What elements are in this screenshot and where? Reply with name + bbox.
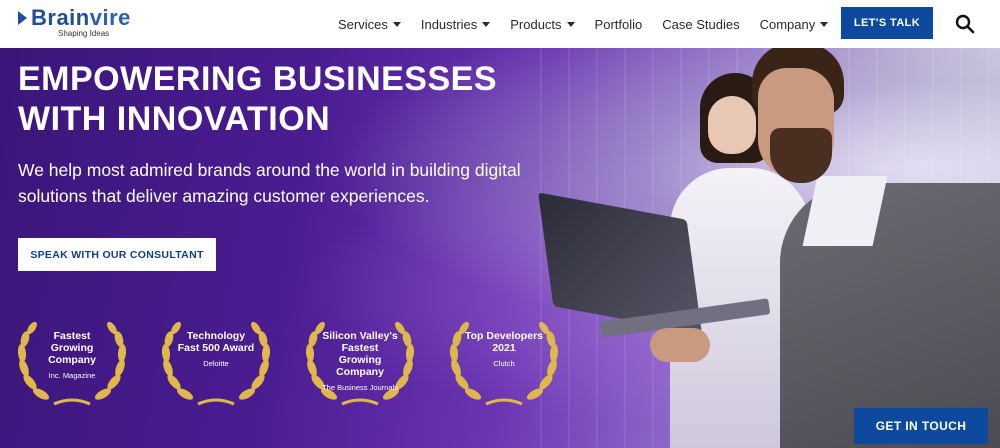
- award-badge: Silicon Valley's Fastest Growing Company…: [302, 320, 418, 410]
- nav-portfolio[interactable]: Portfolio: [595, 17, 643, 32]
- nav-industries[interactable]: Industries: [421, 17, 491, 32]
- speak-with-consultant-button[interactable]: SPEAK WITH OUR CONSULTANT: [18, 238, 216, 271]
- main-nav: Services Industries Products Portfolio C…: [338, 0, 848, 48]
- award-badge: Fastest Growing Company Inc. Magazine: [14, 320, 130, 410]
- award-badge: Technology Fast 500 Award Deloitte: [158, 320, 274, 410]
- logo-wordmark: Brainvire: [31, 5, 131, 30]
- chevron-down-icon: [482, 21, 491, 27]
- chevron-down-icon: [566, 21, 575, 27]
- site-header: Brainvire Shaping Ideas Services Industr…: [0, 0, 1000, 48]
- chevron-down-icon: [820, 21, 829, 27]
- hero-banner: EMPOWERING BUSINESSES WITH INNOVATION We…: [0, 48, 1000, 448]
- award-title: Fastest Growing Company: [48, 330, 96, 366]
- get-in-touch-button[interactable]: GET IN TOUCH: [854, 408, 988, 444]
- brainvire-logo[interactable]: Brainvire Shaping Ideas: [18, 6, 131, 38]
- award-title: Silicon Valley's Fastest Growing Company: [322, 330, 398, 378]
- chevron-down-icon: [392, 21, 401, 27]
- logo-arrow-icon: [18, 11, 27, 25]
- award-source: Clutch: [493, 359, 515, 368]
- search-icon[interactable]: [955, 14, 975, 34]
- award-title: Technology Fast 500 Award: [177, 330, 255, 354]
- award-source: The Business Journals: [322, 383, 398, 392]
- nav-case-studies[interactable]: Case Studies: [662, 17, 739, 32]
- award-source: Inc. Magazine: [48, 371, 96, 380]
- nav-services[interactable]: Services: [338, 17, 401, 32]
- nav-products[interactable]: Products: [510, 17, 575, 32]
- award-badge: Top Developers 2021 Clutch: [446, 320, 562, 410]
- logo-tagline: Shaping Ideas: [58, 29, 110, 38]
- nav-company[interactable]: Company: [760, 17, 829, 32]
- lets-talk-button[interactable]: LET'S TALK: [841, 7, 933, 39]
- awards-row: Fastest Growing Company Inc. Magazine Te…: [14, 320, 590, 410]
- hero-headline: EMPOWERING BUSINESSES WITH INNOVATION: [18, 60, 498, 138]
- hero-subtext: We help most admired brands around the w…: [18, 160, 521, 206]
- award-source: Deloitte: [203, 359, 229, 368]
- award-title: Top Developers 2021: [465, 330, 543, 354]
